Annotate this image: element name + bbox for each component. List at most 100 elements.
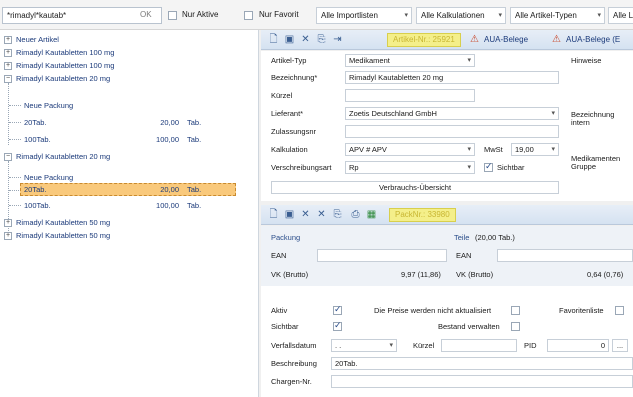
artikel-typen-dropdown[interactable]: Alle Artikel-Typen ▾ [510, 7, 605, 24]
tree-leaf-neue-packung[interactable]: Neue Packung [24, 100, 73, 111]
tree-node[interactable]: + Rimadyl Kautabletten 50 mg [4, 230, 110, 241]
artikel-typ-select[interactable]: Medikament ▾ [345, 54, 475, 67]
verschreibungsart-label: Verschreibungsart [271, 163, 332, 172]
kalkulationen-value: Alle Kalkulationen [421, 11, 485, 20]
tree-connector [8, 83, 9, 145]
chevron-down-icon: ▾ [551, 110, 555, 117]
chevron-down-icon: ▾ [404, 12, 408, 19]
mwst-select[interactable]: 19,00 ▾ [511, 143, 559, 156]
kuerzel-label: Kürzel [271, 91, 293, 100]
kalkulation-select[interactable]: APV # APV ▾ [345, 143, 475, 156]
kuerzel-pack-label: Kürzel [413, 341, 435, 350]
kalkulationen-dropdown[interactable]: Alle Kalkulationen ▾ [416, 7, 506, 24]
nur-aktive-checkbox[interactable] [168, 11, 177, 20]
tree-leaf-pack[interactable]: 100Tab. 100,00 Tab. [24, 200, 254, 211]
aktiv-checkbox[interactable] [333, 304, 342, 315]
new-document-icon[interactable]: 🗋 [267, 208, 280, 221]
delete-icon[interactable]: ✕ [299, 208, 312, 221]
search-input[interactable]: *rimadyl*kautab* [2, 7, 162, 24]
expand-icon[interactable]: + [4, 36, 12, 45]
pack-qty: 20,00 [160, 118, 179, 127]
pack-unit: Tab. [187, 135, 202, 144]
pack-unit: Tab. [187, 201, 202, 210]
pack-unit: Tab. [187, 118, 202, 127]
expand-icon[interactable]: + [4, 49, 12, 58]
pack-name: 20Tab. [24, 185, 47, 194]
pack-nr-badge: PackNr.: 33980 [389, 208, 456, 222]
kuerzel-input[interactable] [345, 89, 475, 102]
save-icon[interactable]: ▣ [283, 33, 296, 46]
save-icon[interactable]: ▣ [283, 208, 296, 221]
expand-icon[interactable]: + [4, 219, 12, 228]
expand-icon[interactable]: + [4, 62, 12, 71]
lieferant-select[interactable]: Zoetis Deutschland GmbH ▾ [345, 107, 559, 120]
article-tree: + Neuer Artikel + Rimadyl Kautabletten 100… [0, 30, 259, 397]
importlisten-dropdown[interactable]: Alle Importlisten ▾ [316, 7, 412, 24]
tree-node[interactable]: + Rimadyl Kautabletten 50 mg [4, 217, 110, 228]
pack-name: 100Tab. [24, 135, 51, 144]
medikamenten-gruppe-label: Medikamenten Gruppe [571, 154, 621, 171]
tree-connector [9, 122, 21, 123]
ean-input[interactable] [317, 249, 447, 262]
tree-connector [9, 205, 21, 206]
kuerzel-pack-input[interactable] [441, 339, 517, 352]
pid-input[interactable]: 0 [547, 339, 609, 352]
beschreibung-input[interactable]: 20Tab. [331, 357, 633, 370]
collapse-icon[interactable]: − [4, 153, 12, 162]
alle-li-dropdown[interactable]: Alle Li [608, 7, 633, 24]
bezeichnung-input[interactable]: Rimadyl Kautabletten 20 mg [345, 71, 559, 84]
copy-icon[interactable]: ⎘ [315, 33, 328, 46]
chevron-down-icon: ▾ [389, 342, 393, 349]
preise-checkbox[interactable] [511, 306, 520, 315]
tree-node-neuer-artikel[interactable]: + Neuer Artikel [4, 34, 59, 45]
pack-unit: Tab. [187, 185, 202, 194]
ok-button[interactable]: OK [140, 6, 152, 23]
pack-qty: 20,00 [160, 185, 179, 194]
mwst-value: 19,00 [515, 145, 534, 154]
collapse-icon[interactable]: − [4, 75, 12, 84]
lieferant-label: Lieferant* [271, 109, 304, 118]
ean-teile-input[interactable] [497, 249, 633, 262]
pack-qty: 100,00 [156, 201, 179, 210]
verfallsdatum-input[interactable]: . . ▾ [331, 339, 397, 352]
tree-node[interactable]: + Rimadyl Kautabletten 100 mg [4, 60, 114, 71]
pid-label: PID [524, 341, 537, 350]
print-icon[interactable]: ⎙ [349, 208, 362, 221]
sichtbar-checkbox[interactable] [484, 161, 493, 172]
zulassungsnr-input[interactable] [345, 125, 559, 138]
copy-icon[interactable]: ⎘ [331, 208, 344, 221]
pid-lookup-button[interactable]: ... [612, 339, 628, 352]
bezeichnung-label: Bezeichnung* [271, 73, 318, 82]
pack-name: 20Tab. [24, 118, 47, 127]
expand-icon[interactable]: + [4, 232, 12, 241]
ean-teile-label: EAN [456, 251, 472, 260]
verbrauchs-uebersicht-button[interactable]: Verbrauchs-Übersicht [271, 181, 559, 194]
tree-connector [9, 105, 21, 106]
verschreibungsart-select[interactable]: Rp ▾ [345, 161, 475, 174]
export-icon[interactable]: ⇥ [331, 33, 344, 46]
teile-header: Teile [454, 233, 470, 242]
tree-node-label: Rimadyl Kautabletten 20 mg [16, 152, 111, 161]
bestand-checkbox[interactable] [511, 322, 520, 331]
tree-node[interactable]: − Rimadyl Kautabletten 20 mg [4, 151, 110, 162]
tree-leaf-neue-packung[interactable]: Neue Packung [24, 172, 73, 183]
tree-leaf-pack[interactable]: 100Tab. 100,00 Tab. [24, 134, 254, 145]
tree-node-label: Rimadyl Kautabletten 100 mg [16, 48, 115, 57]
tree-leaf-pack-selected[interactable]: 20Tab. 20,00 Tab. [24, 184, 254, 195]
aua-belege-e-button[interactable]: AUA-Belege (E [566, 33, 620, 47]
aua-belege-button[interactable]: AUA-Belege [484, 33, 528, 47]
sichtbar-pack-checkbox[interactable] [333, 320, 342, 331]
tree-node[interactable]: − Rimadyl Kautabletten 20 mg [4, 73, 110, 84]
date-value: . . [335, 341, 342, 350]
chargen-nr-input[interactable] [331, 375, 633, 388]
barcode-icon[interactable]: ▦ [365, 208, 378, 221]
tree-leaf-pack[interactable]: 20Tab. 20,00 Tab. [24, 117, 254, 128]
alle-li-value: Alle Li [613, 11, 633, 20]
artikel-toolbar: 🗋 ▣ ✕ ⎘ ⇥ Artikel-Nr.: 25921 ⚠ AUA-Beleg… [261, 30, 633, 50]
favoritenliste-checkbox[interactable] [615, 306, 624, 315]
delete-icon[interactable]: ✕ [299, 33, 312, 46]
nur-favorit-checkbox[interactable] [244, 11, 253, 20]
new-document-icon[interactable]: 🗋 [267, 33, 280, 46]
tree-node[interactable]: + Rimadyl Kautabletten 100 mg [4, 47, 114, 58]
delete-all-icon[interactable]: ✕ [315, 208, 328, 221]
